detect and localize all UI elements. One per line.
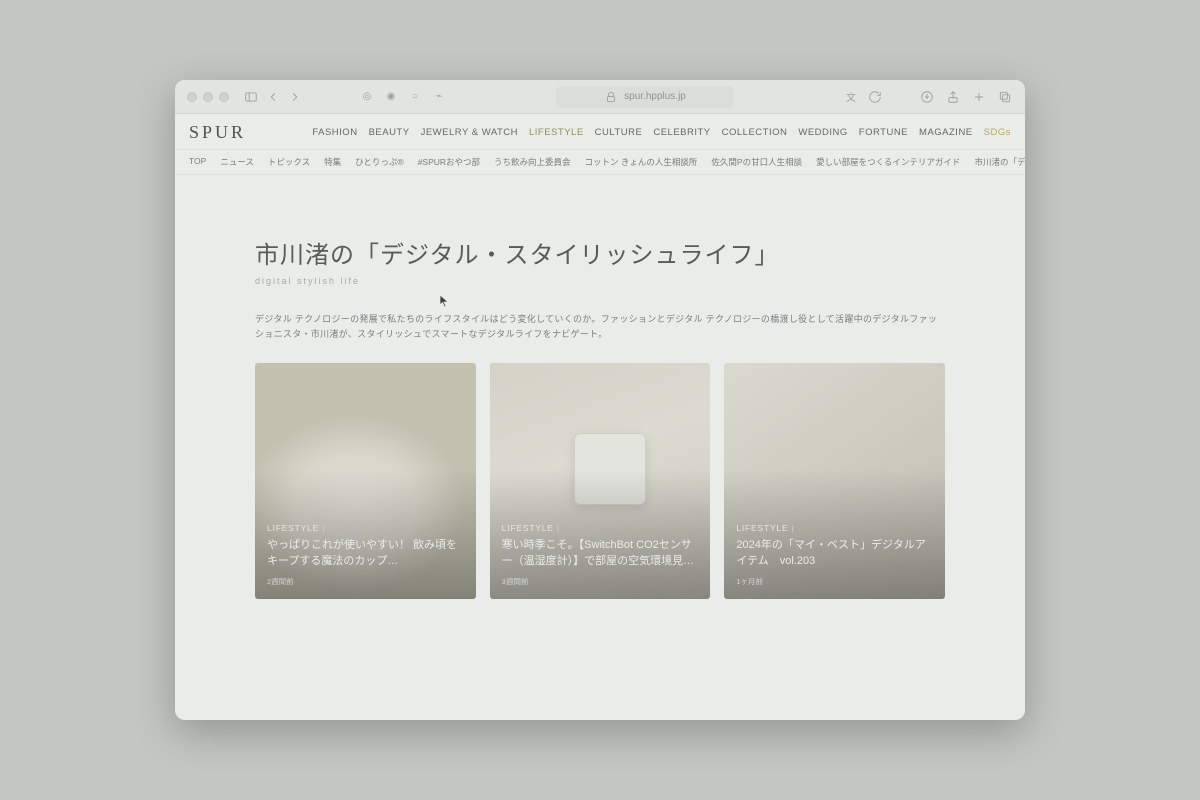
browser-window: ◎ ◉ ○ ⌁ spur.hpplus.jp ⽂ <box>175 80 1025 720</box>
nav-item-sdgs[interactable]: SDGs <box>984 127 1011 138</box>
lock-icon <box>604 90 618 104</box>
sub-nav: TOP ニュース トピックス 特集 ひとりっぷ® #SPURおやつ部 うち飲み向上委員会 コッ… <box>175 150 1025 175</box>
subnav-item[interactable]: 特集 <box>324 156 341 168</box>
reload-button[interactable] <box>867 89 883 105</box>
article-time: 2週間前 <box>267 576 464 587</box>
subnav-item[interactable]: 愛しい部屋をつくるインテリアガイド <box>816 156 960 168</box>
address-bar[interactable]: spur.hpplus.jp <box>556 86 734 108</box>
tabs-overview-button[interactable] <box>997 89 1013 105</box>
url-text: spur.hpplus.jp <box>624 91 686 102</box>
subnav-item[interactable]: ひとりっぷ® <box>355 156 404 168</box>
article-title: 寒い時季こそ。【SwitchBot CO2センサー（温湿度計）】で部屋の空気環境… <box>502 537 699 570</box>
article-category: LIFESTYLE <box>502 523 699 533</box>
nav-item-jewelry-watch[interactable]: JEWELRY & WATCH <box>421 127 518 138</box>
site-logo[interactable]: SPUR <box>189 122 246 143</box>
nav-item-wedding[interactable]: WEDDING <box>798 127 847 138</box>
article-category: LIFESTYLE <box>736 523 933 533</box>
nav-item-lifestyle[interactable]: LIFESTYLE <box>529 127 584 138</box>
subnav-item[interactable]: 佐久間Pの甘口人生相談 <box>711 156 802 168</box>
close-window-button[interactable] <box>187 92 197 102</box>
forward-button[interactable] <box>287 89 303 105</box>
new-tab-button[interactable] <box>971 89 987 105</box>
subnav-item[interactable]: #SPURおやつ部 <box>418 156 480 168</box>
subnav-item[interactable]: TOP <box>189 156 206 168</box>
back-button[interactable] <box>265 89 281 105</box>
nav-item-beauty[interactable]: BEAUTY <box>369 127 410 138</box>
share-icon[interactable] <box>945 89 961 105</box>
article-card[interactable]: LIFESTYLE 寒い時季こそ。【SwitchBot CO2センサー（温湿度計… <box>490 363 711 599</box>
extension-icon-2[interactable]: ◉ <box>383 89 399 105</box>
nav-item-collection[interactable]: COLLECTION <box>722 127 788 138</box>
subnav-item[interactable]: うち飲み向上委員会 <box>494 156 571 168</box>
nav-item-magazine[interactable]: MAGAZINE <box>919 127 973 138</box>
nav-item-fortune[interactable]: FORTUNE <box>859 127 908 138</box>
maximize-window-button[interactable] <box>219 92 229 102</box>
translate-icon[interactable]: ⽂ <box>843 89 859 105</box>
browser-chrome: ◎ ◉ ○ ⌁ spur.hpplus.jp ⽂ <box>175 80 1025 114</box>
minimize-window-button[interactable] <box>203 92 213 102</box>
article-title: やっぱりこれが使いやすい！ 飲み頃をキープする魔法のカップ… <box>267 537 464 570</box>
download-icon[interactable] <box>919 89 935 105</box>
extension-icon[interactable]: ◎ <box>359 89 375 105</box>
extension-icon-4[interactable]: ⌁ <box>431 89 447 105</box>
article-card[interactable]: LIFESTYLE 2024年の「マイ・ベスト」デジタルアイテム vol.203… <box>724 363 945 599</box>
subnav-item[interactable]: トピックス <box>268 156 310 168</box>
nav-item-fashion[interactable]: FASHION <box>312 127 357 138</box>
sidebar-toggle-icon[interactable] <box>243 89 259 105</box>
page-title: 市川渚の「デジタル・スタイリッシュライフ」 <box>255 235 945 270</box>
site-header: SPUR FASHION BEAUTY JEWELRY & WATCH LIFESTY… <box>175 114 1025 150</box>
main-nav: FASHION BEAUTY JEWELRY & WATCH LIFESTYLE CUL… <box>312 127 1011 138</box>
article-time: 3週間前 <box>502 576 699 587</box>
subnav-item[interactable]: ニュース <box>220 156 254 168</box>
page-description: デジタル テクノロジーの発展で私たちのライフスタイルはどう変化していくのか。ファ… <box>255 312 945 343</box>
subnav-item[interactable]: 市川渚の「デジタル <box>974 156 1025 168</box>
article-category: LIFESTYLE <box>267 523 464 533</box>
subnav-item[interactable]: コットン きょんの人生相談所 <box>585 156 698 168</box>
nav-item-celebrity[interactable]: CELEBRITY <box>653 127 710 138</box>
extension-icon-3[interactable]: ○ <box>407 89 423 105</box>
article-card[interactable]: LIFESTYLE やっぱりこれが使いやすい！ 飲み頃をキープする魔法のカップ…… <box>255 363 476 599</box>
nav-item-culture[interactable]: CULTURE <box>595 127 643 138</box>
article-time: 1ヶ月前 <box>736 576 933 587</box>
article-cards: LIFESTYLE やっぱりこれが使いやすい！ 飲み頃をキープする魔法のカップ…… <box>255 363 945 599</box>
page-subtitle: digital stylish life <box>255 276 945 286</box>
traffic-lights <box>187 92 229 102</box>
page-content: 市川渚の「デジタル・スタイリッシュライフ」 digital stylish li… <box>175 175 1025 720</box>
article-title: 2024年の「マイ・ベスト」デジタルアイテム vol.203 <box>736 537 933 570</box>
